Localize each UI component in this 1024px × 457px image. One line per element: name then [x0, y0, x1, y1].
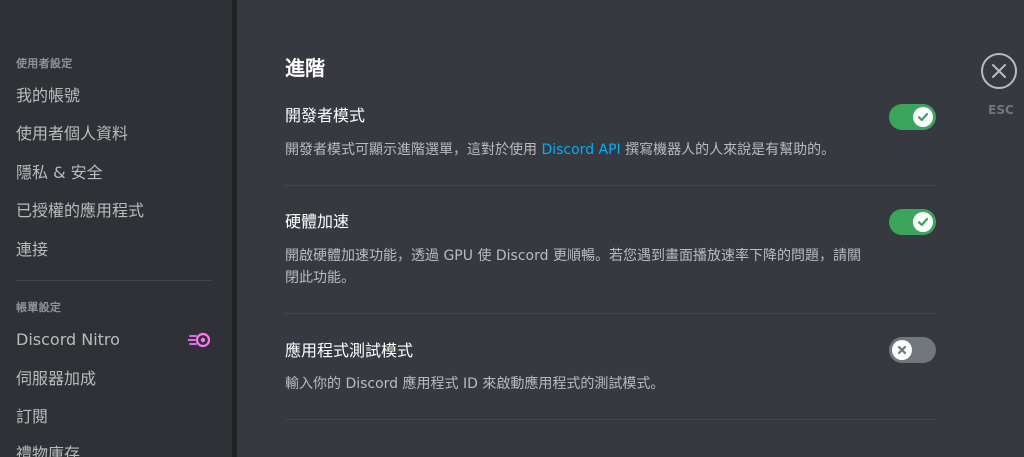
sidebar-edge [232, 0, 237, 457]
check-icon [917, 217, 929, 227]
close-button[interactable] [981, 53, 1017, 89]
x-icon [897, 345, 907, 355]
user-settings-header: 使用者設定 [16, 57, 73, 70]
billing-settings-header: 帳單設定 [16, 301, 62, 314]
sidebar-item-user-profile[interactable]: 使用者個人資料 [16, 124, 216, 144]
hardware-acceleration-description: 開啟硬體加速功能，透過 GPU 使 Discord 更順暢。若您遇到畫面播放速率… [285, 245, 935, 289]
sidebar-item-server-boost[interactable]: 伺服器加成 [16, 369, 216, 389]
setting-divider [285, 185, 937, 186]
setting-divider [285, 313, 937, 314]
app-test-mode-description: 輸入你的 Discord 應用程式 ID 來啟動應用程式的測試模式。 [285, 376, 665, 392]
nitro-icon [187, 332, 212, 348]
developer-mode-desc-text: 開發者模式可顯示進階選單，這對於使用 [285, 142, 542, 158]
sidebar-divider [16, 280, 212, 281]
developer-mode-toggle[interactable] [889, 104, 936, 130]
developer-mode-description: 開發者模式可顯示進階選單，這對於使用 Discord API 撰寫機器人的人來說… [285, 139, 935, 161]
settings-sidebar: 使用者設定 我的帳號 使用者個人資料 隱私 & 安全 已授權的應用程式 連接 帳… [0, 0, 232, 457]
toggle-knob [892, 340, 912, 360]
hardware-acceleration-toggle[interactable] [889, 209, 936, 235]
app-test-mode-title: 應用程式測試模式 [285, 341, 414, 360]
settings-window: 使用者設定 我的帳號 使用者個人資料 隱私 & 安全 已授權的應用程式 連接 帳… [0, 0, 1024, 457]
sidebar-item-authorized-apps[interactable]: 已授權的應用程式 [16, 201, 216, 221]
developer-mode-desc-text-end: 撰寫機器人的人來說是有幫助的。 [620, 142, 836, 158]
check-icon [917, 112, 929, 122]
sidebar-item-my-account[interactable]: 我的帳號 [16, 86, 216, 106]
page-title: 進階 [285, 56, 325, 80]
close-icon [992, 64, 1006, 78]
app-test-mode-toggle[interactable] [889, 337, 936, 363]
discord-api-link[interactable]: Discord API [541, 142, 620, 158]
sidebar-item-discord-nitro[interactable]: Discord Nitro [16, 330, 216, 350]
sidebar-item-connections[interactable]: 連接 [16, 240, 216, 260]
setting-divider [285, 419, 937, 420]
toggle-knob [913, 212, 933, 232]
hardware-acceleration-title: 硬體加速 [285, 212, 350, 231]
esc-label: ESC [988, 103, 1014, 117]
sidebar-item-subscriptions[interactable]: 訂閱 [16, 407, 216, 427]
sidebar-item-gift-inventory[interactable]: 禮物庫存 [16, 444, 216, 457]
developer-mode-title: 開發者模式 [285, 106, 366, 125]
hardware-acceleration-desc-line1: 開啟硬體加速功能，透過 GPU 使 Discord 更順暢。若您遇到畫面播放速率… [285, 248, 861, 264]
toggle-knob [913, 107, 933, 127]
sidebar-item-privacy-safety[interactable]: 隱私 & 安全 [16, 163, 216, 183]
hardware-acceleration-desc-line2: 閉此功能。 [285, 270, 355, 286]
